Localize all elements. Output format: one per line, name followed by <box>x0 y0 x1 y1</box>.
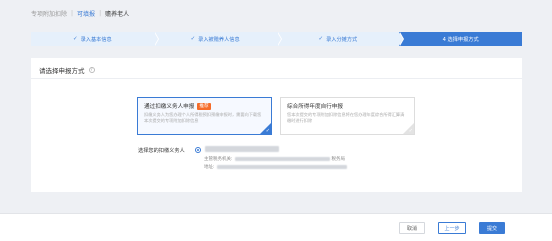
redacted-text <box>234 157 330 161</box>
step-dependent-info: ✓ 录入被赡养人信息 <box>153 32 282 46</box>
breadcrumb-item-fillable[interactable]: 可填报 <box>77 9 95 18</box>
breadcrumb-item-elderly-support: 赡养老人 <box>105 10 130 18</box>
step-label: 录入基本信息 <box>80 36 112 43</box>
address-line: 地址: <box>204 164 347 170</box>
breadcrumb-item-special-deductions[interactable]: 专项附加扣除 <box>31 9 67 18</box>
breadcrumb-separator: | <box>71 9 74 17</box>
submit-button[interactable]: 提交 <box>479 222 505 234</box>
option-title-text: 综合所得年度自行申报 <box>287 104 343 110</box>
option-title: 通过扣缴义务人申报 推荐 <box>144 102 265 110</box>
option-title: 综合所得年度自行申报 <box>287 102 408 110</box>
check-icon: ✓ <box>408 128 413 134</box>
page: 专项附加扣除 | 可填报 | 赡养老人 ✓ 录入基本信息 ✓ 录入被赡养人信息 … <box>0 0 552 241</box>
step-basic-info: ✓ 录入基本信息 <box>31 32 159 46</box>
redacted-text <box>216 165 347 169</box>
address-label: 地址: <box>204 165 215 170</box>
tax-authority-line: 主管税务机关: 税务局 <box>204 156 345 162</box>
recommended-badge: 推荐 <box>197 102 211 110</box>
card-title-text: 请选择申报方式 <box>39 67 85 75</box>
step-arrow <box>276 32 281 46</box>
help-icon[interactable]: ? <box>88 67 95 73</box>
check-icon: ✓ <box>73 36 78 42</box>
option-description: 扣缴义务人为您办理个人所得税预扣预缴申报时，需要向下载您本次提交的专项附加扣除信… <box>144 112 262 123</box>
step-arrow <box>153 32 158 46</box>
option-withholding-agent[interactable]: 通过扣缴义务人申报 推荐 扣缴义务人为您办理个人所得税预扣预缴申报时，需要向下载… <box>137 97 272 135</box>
step-label: 录入分摊方式 <box>326 36 358 43</box>
previous-step-button[interactable]: 上一步 <box>438 222 466 234</box>
check-icon: ✓ <box>265 128 270 134</box>
check-icon: ✓ <box>318 36 324 42</box>
step-declaration-method: 4 选择申报方式 <box>399 32 522 46</box>
steps-bar: ✓ 录入基本信息 ✓ 录入被赡养人信息 ✓ 录入分摊方式 4 选择申报方式 <box>31 32 522 46</box>
withholding-agent-radio[interactable] <box>195 147 201 153</box>
step-allocation-method: ✓ 录入分摊方式 <box>276 32 405 46</box>
option-title-text: 通过扣缴义务人申报 <box>144 104 195 110</box>
step-arrow <box>399 32 404 46</box>
step-label: 录入被赡养人信息 <box>198 36 240 43</box>
withholding-agent-label: 选择您的扣缴义务人 <box>138 148 185 154</box>
withholding-agent-name-redacted <box>205 146 279 152</box>
option-description: 您本次提交的专项附加扣除信息将在您办理年度综合所得汇算清缴时进行扣除 <box>287 112 405 123</box>
cancel-button[interactable]: 取消 <box>399 222 425 234</box>
breadcrumb: 专项附加扣除 | 可填报 | 赡养老人 <box>31 7 129 19</box>
footer-bar: 取消 上一步 提交 <box>0 213 552 241</box>
radio-dot <box>196 148 200 152</box>
card-title: 请选择申报方式 ? <box>39 65 95 75</box>
breadcrumb-separator: | <box>99 9 102 17</box>
declaration-method-card: 请选择申报方式 ? 通过扣缴义务人申报 推荐 扣缴义务人为您办理个人所得税预扣预… <box>31 58 522 192</box>
divider <box>31 78 522 79</box>
check-icon: ✓ <box>190 36 196 42</box>
option-self-declaration[interactable]: 综合所得年度自行申报 您本次提交的专项附加扣除信息将在您办理年度综合所得汇算清缴… <box>280 97 415 135</box>
step-label: 4 选择申报方式 <box>442 36 479 43</box>
tax-authority-tail: 税务局 <box>331 157 346 162</box>
tax-authority-label: 主管税务机关: <box>204 157 233 162</box>
